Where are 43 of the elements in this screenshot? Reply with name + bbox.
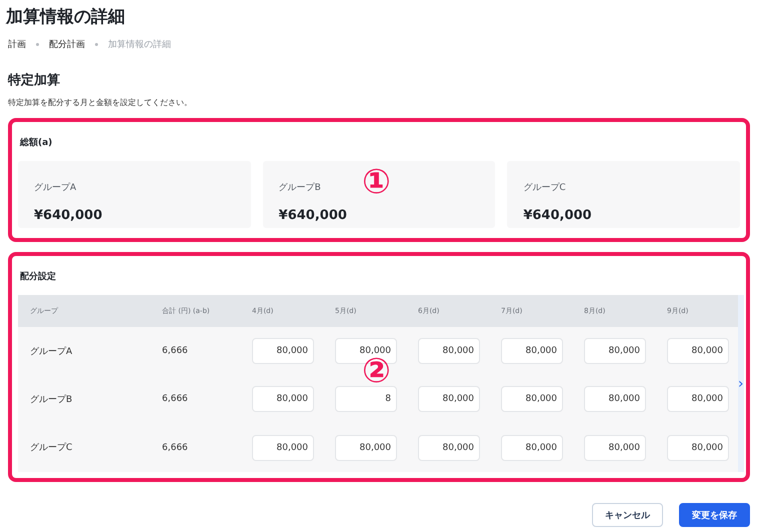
- page-title: 加算情報の詳細: [6, 6, 126, 28]
- amount-input[interactable]: 80,000: [584, 386, 646, 412]
- amount-input[interactable]: 80,000: [418, 386, 480, 412]
- amount-input[interactable]: 80,000: [501, 338, 563, 364]
- amount-input[interactable]: 80,000: [252, 434, 314, 461]
- cancel-button[interactable]: キャンセル: [592, 503, 663, 527]
- amount-input[interactable]: 80,000: [252, 386, 314, 412]
- amount-input[interactable]: 80,000: [667, 338, 729, 364]
- amount-input[interactable]: 80,000: [501, 386, 563, 412]
- amount-input[interactable]: 80,000: [667, 386, 729, 412]
- annotation-number: ①: [362, 162, 391, 202]
- breadcrumb-item[interactable]: 配分計画: [49, 38, 85, 51]
- amount-input[interactable]: 80,000: [335, 434, 397, 461]
- table-cell: グループC: [18, 424, 150, 472]
- amount-input[interactable]: 80,000: [584, 434, 646, 461]
- table-cell: 6,666: [150, 424, 240, 472]
- group-label: グループB: [278, 181, 321, 194]
- amount-input[interactable]: 80,000: [667, 434, 729, 461]
- total-amount: ¥640,000: [34, 208, 102, 223]
- total-amount: ¥640,000: [278, 208, 347, 223]
- breadcrumb-item[interactable]: 計画: [8, 38, 26, 51]
- total-amount: ¥640,000: [523, 208, 592, 223]
- group-label: グループA: [34, 181, 76, 194]
- section-description: 特定加算を配分する月と金額を設定してください。: [8, 97, 193, 108]
- save-button[interactable]: 変更を保存: [679, 503, 750, 527]
- totals-title: 総額(a): [20, 136, 54, 149]
- amount-input[interactable]: 80,000: [584, 338, 646, 364]
- amount-input[interactable]: 80,000: [501, 434, 563, 461]
- amount-input[interactable]: 80,000: [252, 338, 314, 364]
- amount-input[interactable]: 80,000: [418, 434, 480, 461]
- scroll-right-button[interactable]: ›: [738, 295, 744, 472]
- table-cell: グループA: [18, 327, 150, 376]
- breadcrumb-item: 加算情報の詳細: [108, 38, 171, 51]
- allocation-title: 配分設定: [20, 270, 57, 283]
- table-cell: グループB: [18, 375, 150, 424]
- group-label: グループC: [523, 181, 566, 194]
- amount-input[interactable]: 80,000: [418, 338, 480, 364]
- section-title: 特定加算: [8, 73, 61, 89]
- breadcrumb-separator: [36, 43, 39, 46]
- amount-input[interactable]: 8: [335, 386, 397, 412]
- breadcrumb-separator: [95, 43, 98, 46]
- table-cell: 6,666: [150, 375, 240, 424]
- table-cell: 6,666: [150, 327, 240, 376]
